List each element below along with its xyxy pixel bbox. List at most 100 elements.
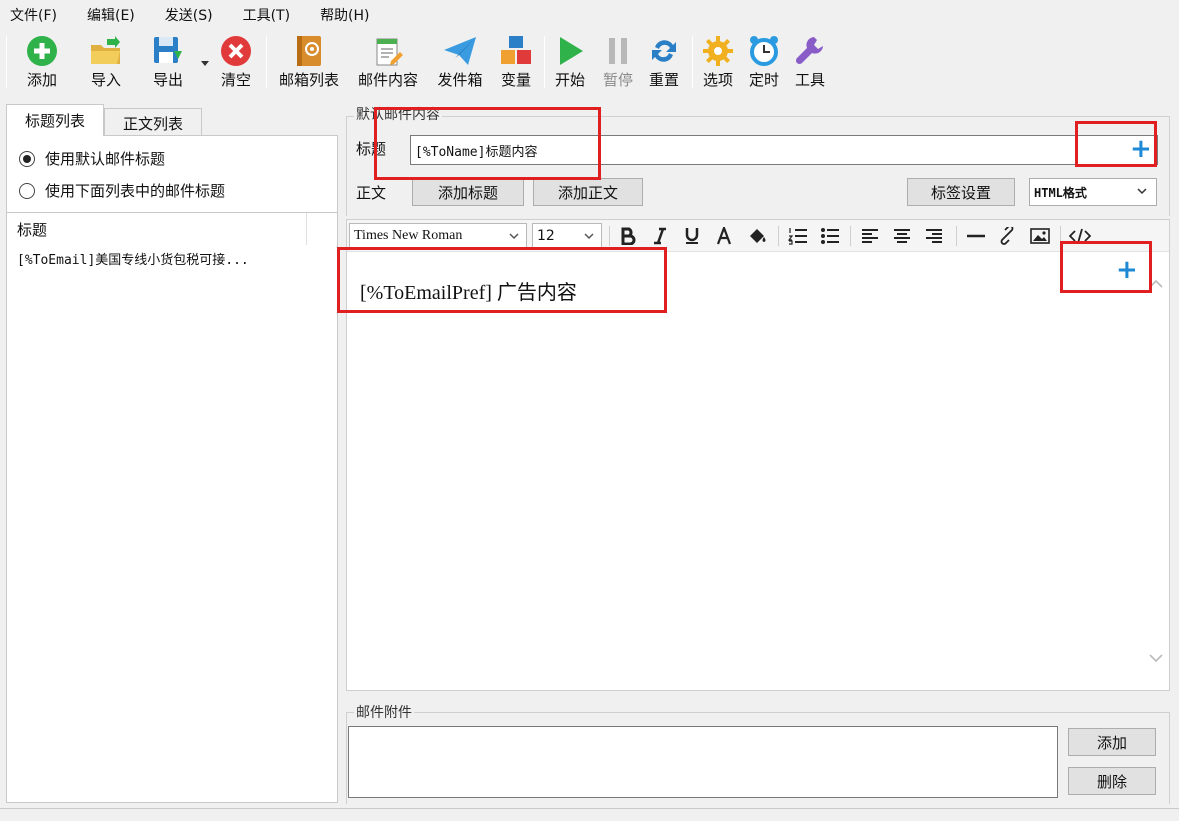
plus-icon[interactable]: + [1130, 136, 1152, 162]
toolbar-grip [6, 36, 7, 88]
clear-button-label: 清空 [220, 71, 251, 89]
plus-circle-icon [25, 34, 59, 68]
text-color-icon[interactable] [712, 224, 736, 248]
document-edit-icon [371, 34, 405, 68]
timer-button[interactable]: 定时 [744, 34, 784, 92]
radio-use-default-subject-label: 使用默认邮件标题 [45, 150, 166, 168]
close-circle-icon [219, 34, 253, 68]
pause-button[interactable]: 暂停 [598, 34, 638, 92]
folder-open-icon [89, 34, 123, 68]
subject-list-header: 标题 [7, 213, 307, 245]
start-button[interactable]: 开始 [550, 34, 590, 92]
reset-button[interactable]: 重置 [644, 34, 684, 92]
underline-icon[interactable] [680, 224, 704, 248]
editor-toolbar-separator [850, 226, 851, 246]
mailbox-list-button[interactable]: 邮箱列表 [274, 34, 344, 92]
import-button-label: 导入 [90, 71, 121, 89]
tab-body-list[interactable]: 正文列表 [104, 108, 202, 138]
font-size-value: 12 [537, 228, 555, 244]
pause-button-label: 暂停 [602, 71, 633, 89]
chevron-down-icon [508, 230, 520, 247]
plus-icon[interactable]: + [1116, 257, 1138, 283]
attachments-group-title: 邮件附件 [354, 702, 414, 722]
add-button[interactable]: 添加 [22, 34, 62, 92]
export-button-label: 导出 [152, 71, 183, 89]
radio-selected-icon [19, 150, 35, 167]
format-select-value: HTML格式 [1034, 185, 1087, 200]
options-button-label: 选项 [702, 71, 733, 89]
editor-toolbar-separator [609, 226, 610, 246]
variables-button[interactable]: 变量 [496, 34, 536, 92]
link-icon[interactable] [996, 224, 1020, 248]
tag-settings-button[interactable]: 标签设置 [907, 178, 1015, 206]
subject-list[interactable]: 标题 [%ToEmail]美国专线小货包税可接... [7, 212, 337, 802]
horizontal-rule-icon[interactable] [964, 224, 988, 248]
image-icon[interactable] [1028, 224, 1052, 248]
menu-edit[interactable]: 编辑(E) [87, 5, 135, 25]
add-button-label: 添加 [26, 71, 57, 89]
play-icon [553, 34, 587, 68]
bullet-list-icon[interactable] [818, 224, 842, 248]
font-family-select[interactable]: Times New Roman [349, 223, 527, 249]
floppy-disk-icon [151, 34, 185, 68]
wrench-icon [793, 34, 827, 68]
options-button[interactable]: 选项 [698, 34, 738, 92]
clear-button[interactable]: 清空 [216, 34, 256, 92]
tools-button-label: 工具 [794, 71, 825, 89]
scroll-down-arrow-icon[interactable] [1148, 650, 1164, 668]
toolbar: 添加 导入 导出 清空 邮箱列表 邮件内容 发件箱 变量 开始 暂停 重置 选项… [0, 30, 1179, 96]
pause-icon [601, 34, 635, 68]
alarm-clock-icon [747, 34, 781, 68]
blocks-icon [499, 34, 533, 68]
gear-icon [701, 34, 735, 68]
export-dropdown-arrow-icon[interactable] [200, 54, 210, 72]
menu-tools[interactable]: 工具(T) [243, 5, 290, 25]
radio-use-list-subject[interactable]: 使用下面列表中的邮件标题 [19, 180, 225, 201]
editor-toolbar-separator [956, 226, 957, 246]
toolbar-separator [692, 36, 693, 88]
numbered-list-icon[interactable] [786, 224, 810, 248]
sender-box-button-label: 发件箱 [437, 71, 483, 89]
body-label: 正文 [356, 184, 387, 202]
toolbar-separator [266, 36, 267, 88]
delete-attachment-button[interactable]: 删除 [1068, 767, 1156, 795]
timer-button-label: 定时 [748, 71, 779, 89]
format-select[interactable]: HTML格式 [1029, 178, 1157, 206]
tab-subject-list[interactable]: 标题列表 [6, 104, 104, 136]
import-button[interactable]: 导入 [86, 34, 126, 92]
reset-button-label: 重置 [648, 71, 679, 89]
paper-plane-icon [443, 34, 477, 68]
italic-icon[interactable] [648, 224, 672, 248]
add-subject-button[interactable]: 添加标题 [412, 178, 524, 206]
toolbar-separator [544, 36, 545, 88]
align-left-icon[interactable] [858, 224, 882, 248]
sender-box-button[interactable]: 发件箱 [432, 34, 488, 92]
annotation-box-subject [374, 107, 601, 180]
mailbox-list-button-label: 邮箱列表 [278, 71, 339, 89]
add-body-button[interactable]: 添加正文 [533, 178, 643, 206]
radio-use-default-subject[interactable]: 使用默认邮件标题 [19, 148, 165, 169]
export-button[interactable]: 导出 [148, 34, 188, 92]
align-center-icon[interactable] [890, 224, 914, 248]
paint-bucket-icon[interactable] [746, 224, 770, 248]
attachments-list[interactable] [348, 726, 1058, 798]
status-bar [0, 808, 1179, 821]
subject-list-panel: 使用默认邮件标题 使用下面列表中的邮件标题 标题 [%ToEmail]美国专线小… [6, 135, 338, 803]
add-attachment-button[interactable]: 添加 [1068, 728, 1156, 756]
start-button-label: 开始 [554, 71, 585, 89]
variables-button-label: 变量 [500, 71, 531, 89]
menu-send[interactable]: 发送(S) [165, 5, 213, 25]
annotation-box-body [337, 247, 667, 313]
bold-icon[interactable] [616, 224, 640, 248]
mail-content-button-label: 邮件内容 [357, 71, 418, 89]
tools-button[interactable]: 工具 [790, 34, 830, 92]
menu-file[interactable]: 文件(F) [10, 5, 57, 25]
font-size-select[interactable]: 12 [532, 223, 602, 249]
refresh-icon [647, 34, 681, 68]
chevron-down-icon [1136, 185, 1148, 200]
align-right-icon[interactable] [922, 224, 946, 248]
list-item[interactable]: [%ToEmail]美国专线小货包税可接... [7, 249, 249, 268]
mail-content-button[interactable]: 邮件内容 [352, 34, 424, 92]
editor-toolbar-separator [778, 226, 779, 246]
menu-help[interactable]: 帮助(H) [320, 5, 369, 25]
